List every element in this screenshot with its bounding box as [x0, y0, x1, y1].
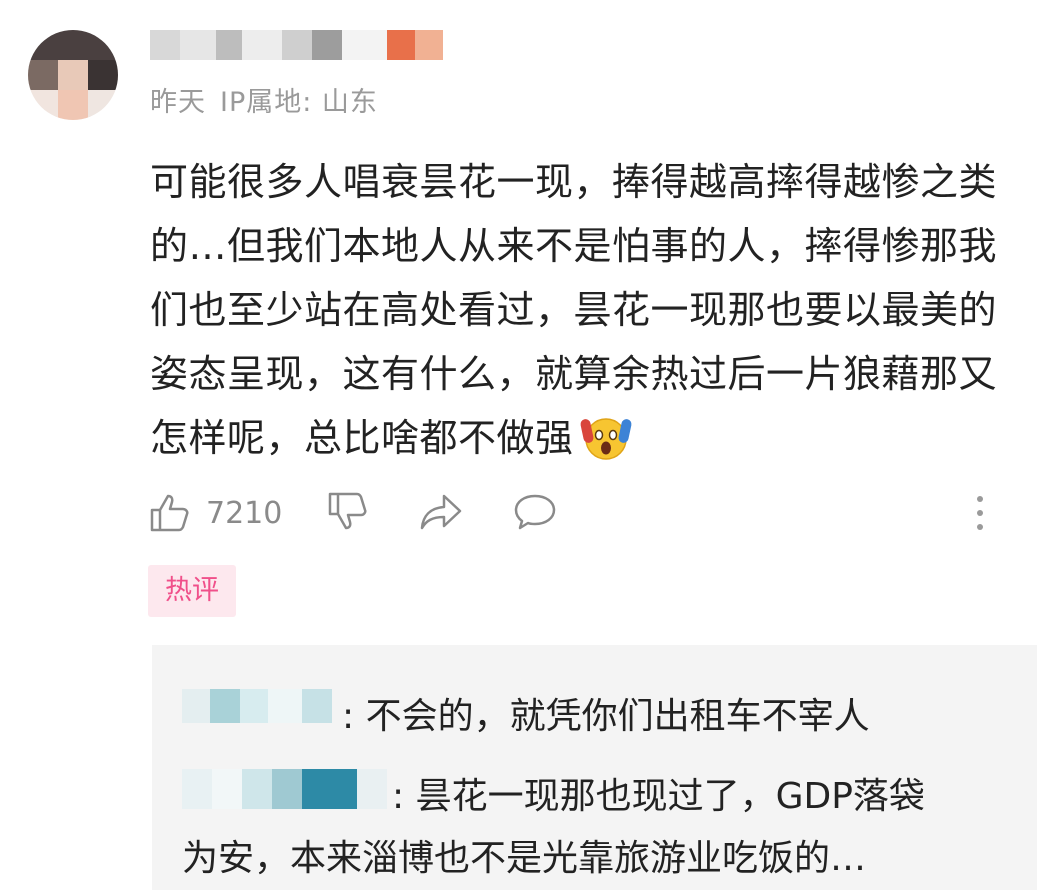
reply-2-username-mosaic[interactable]	[182, 769, 392, 809]
comment-time: 昨天	[150, 87, 206, 118]
scream-emoji	[580, 418, 631, 460]
ip-location: IP属地: 山东	[220, 87, 378, 118]
reply-1-username-mosaic[interactable]	[182, 689, 342, 723]
comment-meta: 昨天 IP属地: 山东	[150, 80, 392, 119]
username-mosaic[interactable]	[150, 30, 450, 64]
reply-2-text-line2: 为安，本来淄博也不是光靠旅游业吃饭的…	[182, 838, 867, 879]
chat-bubble-icon[interactable]	[512, 490, 558, 534]
reply-box[interactable]: : 不会的，就凭你们出租车不宰人 : 昙花一现那也现过了，GDP落袋 为安，本来…	[152, 645, 1037, 890]
like-count: 7210	[206, 496, 283, 531]
avatar[interactable]	[28, 30, 118, 120]
thumbs-down-icon[interactable]	[326, 490, 370, 534]
more-vertical-icon[interactable]	[970, 496, 990, 532]
comment-content: 可能很多人唱衰昙花一现，捧得越高摔得越惨之类的…但我们本地人从来不是怕事的人，摔…	[150, 150, 1030, 470]
hot-comment-badge: 热评	[148, 565, 236, 617]
reply-1-text: : 不会的，就凭你们出租车不宰人	[342, 696, 870, 737]
share-icon[interactable]	[418, 490, 464, 534]
thumbs-up-icon[interactable]	[148, 490, 192, 534]
comment-text: 可能很多人唱衰昙花一现，捧得越高摔得越惨之类的…但我们本地人从来不是怕事的人，摔…	[150, 160, 998, 460]
reply-2-text-line1: : 昙花一现那也现过了，GDP落袋	[392, 776, 925, 817]
